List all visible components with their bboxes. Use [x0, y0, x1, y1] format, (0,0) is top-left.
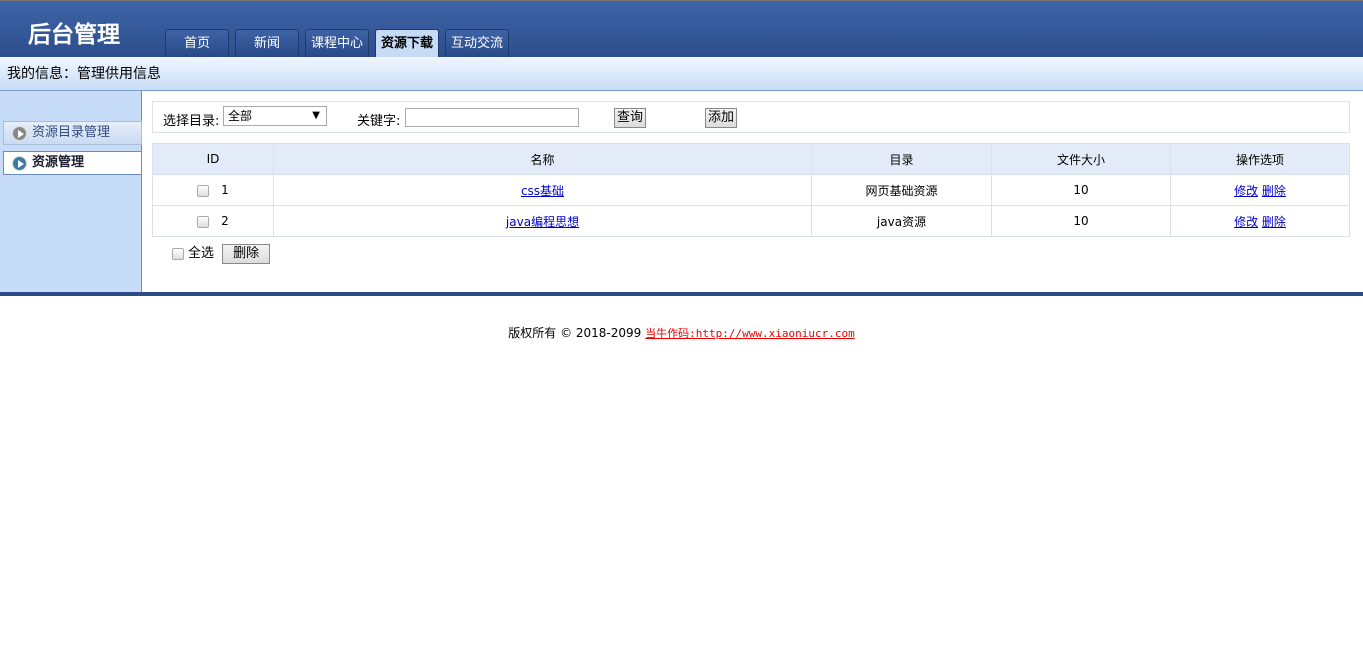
sidebar-item-resource-management[interactable]: 资源管理 [3, 151, 142, 175]
table-row: 1 css基础 网页基础资源 10 修改 删除 [152, 174, 1350, 206]
copyright-text: 版权所有 © 2018-2099 [508, 326, 642, 340]
arrow-circle-icon [12, 126, 27, 141]
keyword-label: 关键字: [357, 114, 401, 129]
col-name: 名称 [273, 143, 812, 175]
footer-divider [0, 292, 1363, 296]
sidebar-item-resource-directory[interactable]: 资源目录管理 [3, 121, 142, 145]
select-all-checkbox[interactable] [172, 247, 184, 260]
table-header: ID 名称 目录 文件大小 操作选项 [152, 143, 1350, 175]
bulk-delete-button[interactable]: 删除 [222, 244, 271, 264]
row-id: 1 [221, 183, 229, 197]
sidebar-item-label: 资源目录管理 [32, 125, 111, 140]
main-content: 选择目录: 全部 ▼ 关键字: 查询 添加 ID 名称 目录 文件大小 操作选项 … [152, 101, 1350, 264]
row-directory: java资源 [811, 205, 992, 237]
tab-news[interactable]: 新闻 [235, 29, 299, 57]
info-bar: 我的信息：管理供用信息 [0, 57, 1363, 91]
delete-link[interactable]: 删除 [1262, 215, 1286, 229]
col-id: ID [152, 143, 274, 175]
row-size: 10 [991, 205, 1171, 237]
tab-home[interactable]: 首页 [165, 29, 229, 57]
row-size: 10 [991, 174, 1171, 206]
header: 后台管理 首页 新闻 课程中心 资源下载 互动交流 [0, 0, 1363, 57]
col-actions: 操作选项 [1170, 143, 1350, 175]
sidebar: 资源目录管理 资源管理 [0, 91, 142, 293]
query-button[interactable]: 查询 [614, 108, 647, 128]
resource-name-link[interactable]: java编程思想 [506, 215, 579, 229]
keyword-input[interactable] [405, 108, 579, 127]
directory-label: 选择目录: [163, 114, 220, 129]
col-size: 文件大小 [991, 143, 1171, 175]
directory-select-value: 全部 [228, 109, 253, 123]
dropdown-arrow-icon: ▼ [312, 110, 320, 121]
arrow-circle-icon [12, 156, 27, 171]
directory-select[interactable]: 全部 ▼ [223, 106, 327, 126]
resource-name-link[interactable]: css基础 [521, 184, 564, 198]
filter-bar: 选择目录: 全部 ▼ 关键字: 查询 添加 [152, 101, 1350, 133]
sidebar-item-label: 资源管理 [32, 155, 85, 170]
footer: 版权所有 © 2018-2099 当牛作码:http://www.xiaoniu… [0, 324, 1363, 341]
delete-link[interactable]: 删除 [1262, 184, 1286, 198]
edit-link[interactable]: 修改 [1234, 184, 1258, 198]
resource-table: ID 名称 目录 文件大小 操作选项 1 css基础 网页基础资源 10 修改 … [152, 143, 1350, 237]
app-title: 后台管理 [28, 21, 120, 48]
row-id: 2 [221, 214, 229, 228]
add-button[interactable]: 添加 [705, 108, 738, 128]
row-directory: 网页基础资源 [811, 174, 992, 206]
col-directory: 目录 [811, 143, 992, 175]
tab-downloads[interactable]: 资源下载 [375, 29, 439, 57]
select-all-label: 全选 [188, 246, 215, 261]
tab-interaction[interactable]: 互动交流 [445, 29, 509, 57]
table-row: 2 java编程思想 java资源 10 修改 删除 [152, 205, 1350, 237]
bulk-actions: 全选 删除 [172, 242, 271, 264]
row-checkbox[interactable] [197, 215, 210, 228]
edit-link[interactable]: 修改 [1234, 215, 1258, 229]
footer-link[interactable]: 当牛作码:http://www.xiaoniucr.com [645, 327, 855, 340]
row-checkbox[interactable] [197, 184, 210, 197]
tab-courses[interactable]: 课程中心 [305, 29, 369, 57]
